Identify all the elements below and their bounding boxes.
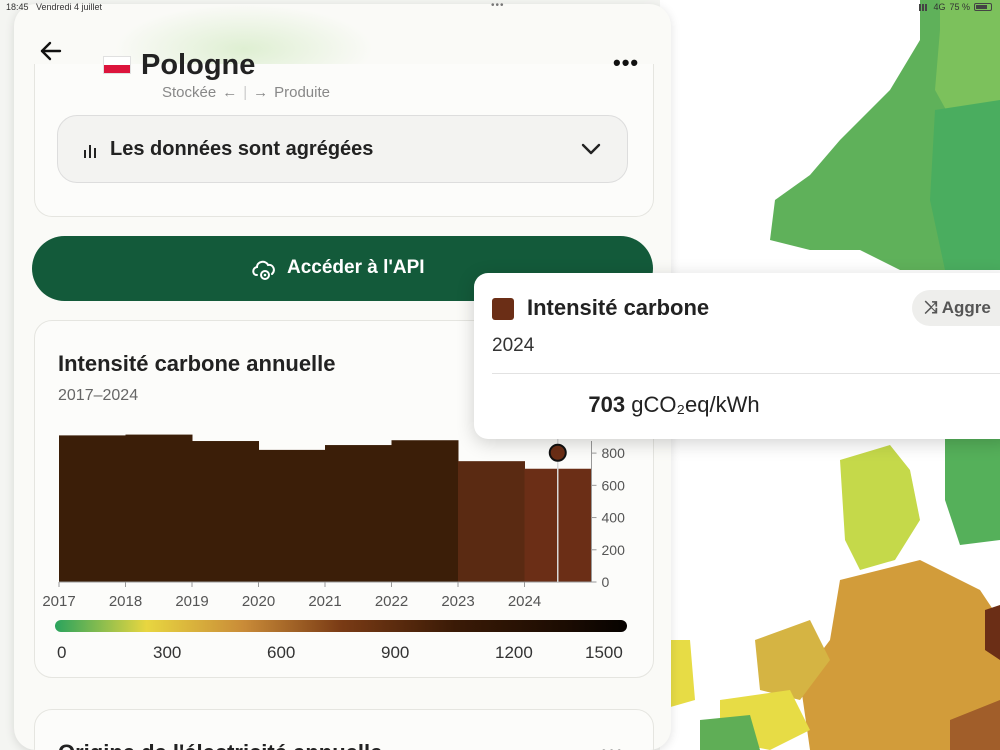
network-label: 4G: [933, 2, 946, 12]
tooltip-divider: [492, 373, 1000, 374]
scale-label: 1500: [585, 643, 623, 662]
x-tick-label: 2019: [175, 593, 208, 610]
flows-legend: Stockée ← | → Produite: [162, 84, 330, 101]
arrow-left-small-icon: ←: [222, 84, 238, 101]
battery-icon: [974, 3, 992, 11]
scale-label: 300: [153, 643, 182, 662]
y-tick-label: 600: [602, 477, 626, 493]
chart-tooltip: Intensité carbone ⤨ Aggre 2024 703 gCO₂e…: [474, 273, 1000, 439]
bar-2020[interactable]: [258, 449, 326, 582]
arrow-right-small-icon: →: [253, 84, 269, 101]
cloud-gear-icon: [252, 260, 275, 280]
aggregate-chip-label: Aggre: [941, 298, 991, 317]
tooltip-value-line: 703 gCO₂eq/kWh: [474, 392, 874, 418]
battery-label: 75 %: [949, 2, 970, 12]
x-tick-label: 2021: [308, 593, 341, 610]
origin-more-icon[interactable]: •••: [600, 740, 623, 750]
tooltip-color-swatch: [492, 298, 514, 320]
x-tick-label: 2022: [375, 593, 408, 610]
y-tick-label: 0: [602, 574, 610, 590]
flows-separator: |: [243, 84, 248, 101]
scale-label: 1200: [495, 643, 533, 662]
bar-2021[interactable]: [325, 445, 392, 582]
y-tick-label: 200: [602, 542, 626, 558]
bar-2017[interactable]: [59, 435, 126, 582]
y-tick-label: 400: [602, 510, 626, 526]
bar-2019[interactable]: [192, 441, 259, 582]
status-right: 4G 75 %: [919, 2, 992, 12]
panel-header: Pologne •••: [14, 18, 671, 81]
tooltip-value: 703: [588, 392, 626, 417]
scale-label: 900: [381, 643, 410, 662]
x-tick-label: 2024: [508, 593, 541, 610]
scale-label: 0: [57, 643, 67, 662]
bar-2023[interactable]: [458, 461, 525, 582]
x-tick-label: 2020: [242, 593, 275, 610]
carbon-color-scale: [55, 620, 627, 632]
bar-2018[interactable]: [125, 434, 193, 582]
status-date: Vendredi 4 juillet: [36, 2, 103, 12]
map-region-denmark: [840, 445, 920, 570]
tooltip-year: 2024: [492, 335, 535, 356]
multitask-dots-icon[interactable]: •••: [491, 0, 505, 11]
stored-label: Stockée: [162, 84, 217, 101]
tooltip-unit: gCO₂eq/kWh: [631, 392, 760, 417]
status-bar: 18:45 Vendredi 4 juillet ••• 4G 75 %: [0, 0, 1000, 14]
annual-carbon-chart[interactable]: 0 200 400 600 800 2017 2018 2019 2020 2021 2022 202…: [35, 421, 655, 611]
chevron-down-icon: [581, 143, 601, 155]
annual-carbon-title: Intensité carbone annuelle: [58, 351, 336, 376]
origin-card-title: Origine de l'électricité annuelle: [58, 740, 382, 750]
map-region-sweden: [930, 100, 1000, 270]
bar-chart-icon: [84, 145, 96, 158]
aggregate-chip[interactable]: ⤨ Aggre: [912, 290, 1000, 326]
poland-flag-icon: [103, 56, 131, 74]
back-button[interactable]: [38, 38, 68, 68]
tooltip-title: Intensité carbone: [527, 295, 710, 320]
aggregate-icon: ⤨: [924, 298, 938, 317]
aggregation-dropdown[interactable]: Les données sont agrégées: [57, 115, 628, 183]
bar-2022[interactable]: [391, 440, 459, 582]
country-title: Pologne: [141, 49, 256, 81]
x-tick-label: 2018: [109, 593, 142, 610]
hover-point-marker[interactable]: [548, 443, 567, 462]
more-options-button[interactable]: •••: [613, 50, 639, 76]
status-time: 18:45: [6, 2, 29, 12]
signal-icon: [919, 3, 930, 11]
map-region-france: [700, 715, 760, 750]
annual-carbon-range: 2017–2024: [58, 387, 139, 404]
arrow-left-icon: [40, 41, 62, 61]
produced-label: Produite: [274, 84, 330, 101]
origin-card: Origine de l'électricité annuelle •••: [34, 709, 654, 750]
scale-label: 600: [267, 643, 296, 662]
aggregation-label: Les données sont agrégées: [110, 138, 374, 160]
api-access-label: Accéder à l'API: [287, 257, 425, 278]
y-tick-label: 800: [602, 445, 626, 461]
x-tick-label: 2017: [42, 593, 75, 610]
x-tick-label: 2023: [441, 593, 474, 610]
